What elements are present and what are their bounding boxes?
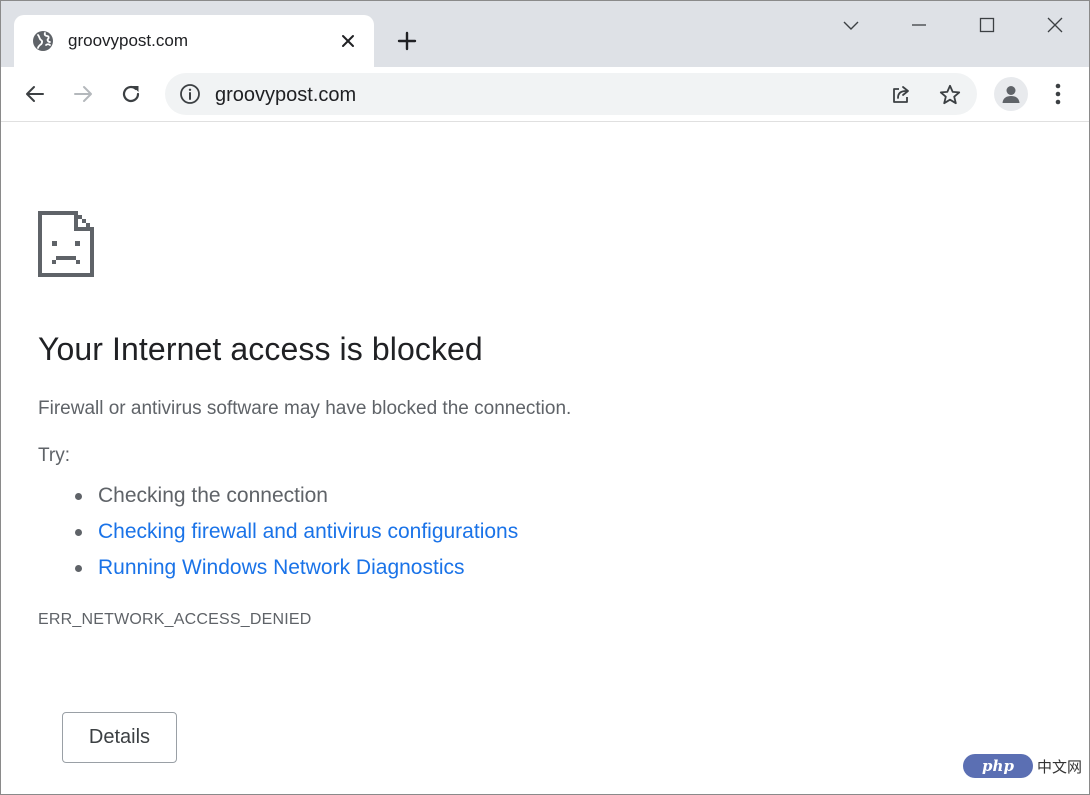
sad-page-icon <box>38 211 94 277</box>
watermark-text: 中文网 <box>1037 757 1083 776</box>
error-code: ERR_NETWORK_ACCESS_DENIED <box>38 611 312 628</box>
address-bar[interactable]: groovypost.com <box>165 73 977 115</box>
close-icon[interactable] <box>336 29 360 53</box>
watermark-logo: php <box>963 754 1033 778</box>
maximize-icon[interactable] <box>969 9 1005 41</box>
reload-icon[interactable] <box>116 79 146 109</box>
details-button[interactable]: Details <box>62 712 177 763</box>
watermark: php 中文网 <box>963 753 1085 779</box>
suggestion-check-firewall-link[interactable]: Checking firewall and antivirus configur… <box>38 514 518 550</box>
plus-icon[interactable] <box>393 27 421 55</box>
error-page: Your Internet access is blocked Firewall… <box>1 123 1089 794</box>
globe-icon <box>32 30 54 52</box>
chevron-down-icon[interactable] <box>833 9 869 41</box>
minimize-icon[interactable] <box>901 9 937 41</box>
close-icon[interactable] <box>1037 9 1073 41</box>
suggestion-network-diagnostics-link[interactable]: Running Windows Network Diagnostics <box>38 550 518 586</box>
suggestion-check-connection: Checking the connection <box>38 478 518 514</box>
person-icon[interactable] <box>994 77 1028 111</box>
error-headline: Your Internet access is blocked <box>38 331 483 367</box>
suggestions-list: Checking the connection Checking firewal… <box>38 478 518 586</box>
try-label: Try: <box>38 445 71 466</box>
tab-title: groovypost.com <box>68 31 188 50</box>
share-icon[interactable] <box>888 82 914 108</box>
tab-groovypost[interactable]: groovypost.com <box>14 15 374 67</box>
toolbar: groovypost.com <box>1 67 1089 122</box>
arrow-left-icon[interactable] <box>20 79 50 109</box>
star-icon[interactable] <box>937 82 963 108</box>
info-icon[interactable] <box>179 83 201 105</box>
kebab-menu-icon[interactable] <box>1045 79 1071 109</box>
browser-window: groovypost.com groovypost.com Your Inter… <box>0 0 1090 795</box>
url-text[interactable]: groovypost.com <box>215 84 356 106</box>
arrow-right-icon[interactable] <box>68 79 98 109</box>
tab-strip: groovypost.com <box>1 1 1089 67</box>
error-description: Firewall or antivirus software may have … <box>38 398 572 419</box>
